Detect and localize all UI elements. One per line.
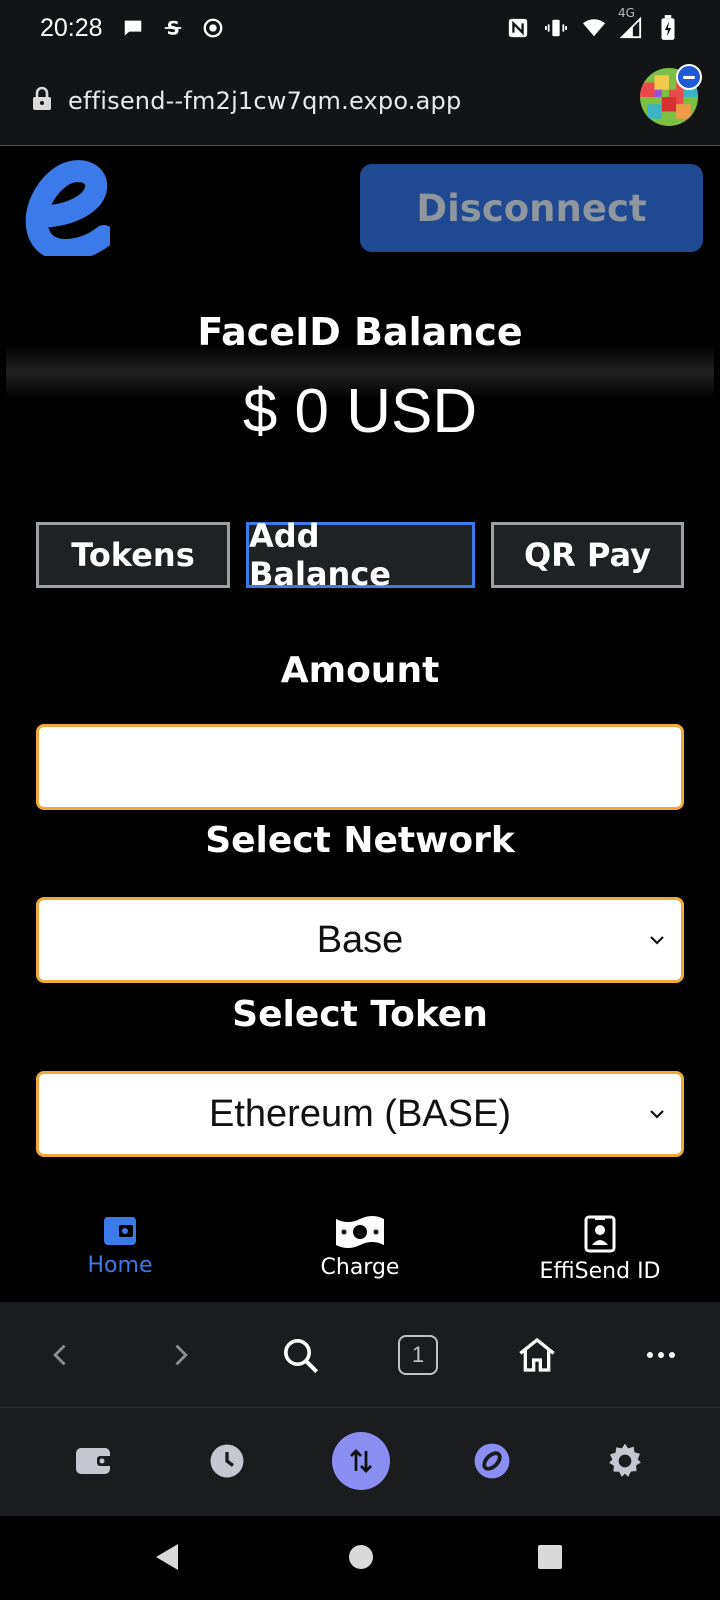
system-back-button[interactable] (152, 1542, 182, 1576)
home-icon (519, 1337, 555, 1372)
effisend-logo (22, 158, 115, 261)
chevron-left-icon (53, 1344, 66, 1366)
amount-label: Amount (280, 650, 440, 691)
cellular-signal-icon: 4G (618, 6, 642, 40)
select-token-label: Select Token (232, 994, 488, 1035)
nav-effisend-id[interactable]: EffiSend ID (500, 1215, 700, 1284)
tab-qr-pay[interactable]: QR Pay (491, 522, 684, 588)
system-nav-bar (0, 1516, 720, 1600)
nav-home[interactable]: Home (20, 1215, 220, 1278)
wallet-icon (76, 1448, 113, 1474)
gear-icon (609, 1443, 641, 1477)
chat-notification-icon (121, 16, 145, 40)
clock-icon (210, 1444, 244, 1478)
nfc-icon (506, 16, 530, 40)
balance-title: FaceID Balance (197, 310, 523, 354)
triangle-back-icon (156, 1544, 178, 1570)
compass-icon (474, 1443, 510, 1479)
home-button[interactable] (512, 1330, 562, 1380)
select-network-label: Select Network (205, 820, 515, 861)
wallet-dock (0, 1408, 720, 1516)
more-menu-button[interactable] (636, 1330, 686, 1380)
browser-toolbar: 1 (0, 1302, 720, 1408)
tab-add-balance[interactable]: Add Balance (246, 517, 475, 593)
account-badge-icon (676, 64, 702, 90)
record-icon (201, 16, 225, 40)
nav-charge-label: Charge (320, 1255, 400, 1280)
tab-tokens[interactable]: Tokens (36, 522, 230, 588)
token-select-value: Ethereum (BASE) (209, 1092, 511, 1135)
tabs-button[interactable]: 1 (393, 1330, 443, 1380)
nav-effisend-id-label: EffiSend ID (539, 1259, 661, 1284)
circle-home-icon (349, 1545, 373, 1569)
square-recents-icon (538, 1545, 562, 1569)
vibrate-icon (544, 16, 568, 40)
lock-icon (30, 86, 54, 116)
id-card-icon (584, 1215, 616, 1253)
dock-swap-button[interactable] (332, 1432, 390, 1490)
dock-explore-button[interactable] (463, 1432, 521, 1490)
network-select[interactable]: Base (36, 897, 684, 983)
back-button[interactable] (36, 1330, 86, 1380)
dock-history-button[interactable] (198, 1432, 256, 1490)
more-dots-icon (647, 1352, 675, 1358)
s-app-icon: S (161, 16, 185, 40)
nav-charge[interactable]: Charge (260, 1215, 460, 1280)
wallet-icon (104, 1217, 136, 1245)
chevron-down-icon (650, 936, 664, 945)
chevron-right-icon (175, 1344, 188, 1366)
wifi-icon (582, 16, 606, 40)
swap-arrows-icon (350, 1449, 372, 1473)
status-time: 20:28 (40, 13, 103, 42)
system-recents-button[interactable] (537, 1542, 563, 1576)
tab-count: 1 (398, 1335, 438, 1375)
nav-home-label: Home (87, 1253, 153, 1278)
balance-value: $ 0 USD (242, 377, 478, 446)
url-text[interactable]: effisend--fm2j1cw7qm.expo.app (68, 87, 461, 115)
forward-button[interactable] (155, 1330, 205, 1380)
dock-settings-button[interactable] (596, 1432, 654, 1490)
token-select[interactable]: Ethereum (BASE) (36, 1071, 684, 1157)
dock-wallet-button[interactable] (65, 1432, 123, 1490)
url-bar[interactable]: effisend--fm2j1cw7qm.expo.app (0, 56, 720, 146)
cash-icon (336, 1216, 384, 1248)
chevron-down-icon (650, 1110, 664, 1119)
system-home-button[interactable] (348, 1542, 374, 1576)
search-icon (284, 1339, 319, 1374)
network-type-label: 4G (618, 6, 635, 20)
status-bar: 20:28 S 4G (0, 0, 720, 56)
search-button[interactable] (275, 1330, 325, 1380)
battery-charging-icon (656, 15, 680, 40)
disconnect-button[interactable]: Disconnect (360, 164, 703, 252)
amount-input[interactable] (36, 724, 684, 810)
network-select-value: Base (316, 918, 404, 961)
